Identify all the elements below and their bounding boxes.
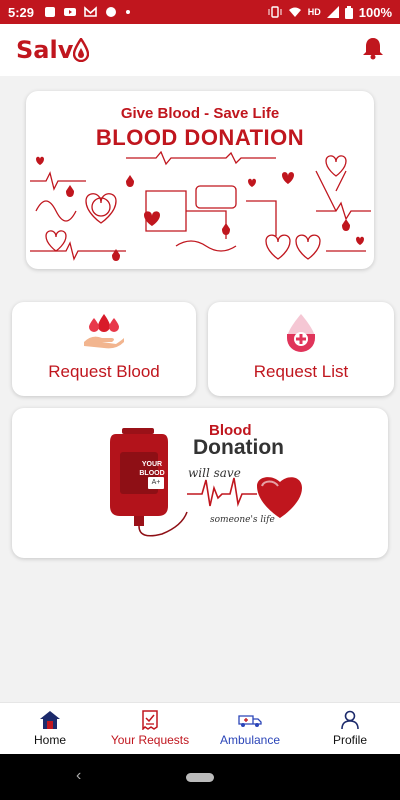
request-blood-card[interactable]: Request Blood [12,302,196,396]
bell-icon[interactable] [362,36,384,65]
status-bar: 5:29 HD 100% [0,0,400,24]
wifi-icon [288,7,301,17]
blood-donation-card[interactable]: YOUR BLOOD A+ Blood Donation will save s… [12,408,388,558]
nav-your-requests-label: Your Requests [110,733,190,747]
battery-icon [344,5,353,19]
request-doc-icon [142,710,158,730]
nav-home[interactable]: Home [0,703,100,754]
vibrate-icon [268,6,282,18]
banner-title: BLOOD DONATION [95,125,305,150]
app-bar: Salv [0,24,400,76]
gmail-icon [84,6,97,17]
donation-card-title: Donation [193,436,284,459]
status-time: 5:29 [8,4,35,20]
home-pill[interactable] [186,773,214,782]
bottom-nav: Home Your Requests Ambulance Profile [0,702,400,754]
banner-tagline: Give Blood - Save Life [120,105,280,122]
blood-bag-illustration [110,428,302,537]
nav-ambulance[interactable]: Ambulance [200,703,300,754]
donation-card-someones-life: someone's life [210,515,275,525]
home-icon [40,711,60,729]
system-nav-bar: ‹ [0,754,400,800]
chat-icon [106,7,117,17]
request-list-card[interactable]: Request List [208,302,394,396]
network-type: HD [307,7,321,17]
bag-blood-type: A+ [148,477,164,489]
app-logo[interactable]: Salv [16,36,90,64]
signal-icon [326,6,339,18]
donation-card-will-save: will save [188,466,241,480]
nav-home-label: Home [33,733,66,747]
logo-text: Salv [16,36,74,64]
nav-your-requests[interactable]: Your Requests [100,703,200,754]
ambulance-icon [238,715,262,727]
back-icon[interactable]: ‹ [76,767,81,785]
nav-profile[interactable]: Profile [300,703,400,754]
blood-donation-banner[interactable]: Give Blood - Save Life BLOOD DONATION [26,91,374,269]
banner-illustration [30,151,371,261]
notification-icon [45,7,56,17]
blood-drop-hand-icon [84,314,124,349]
blood-drop-logo-icon [73,38,90,62]
request-list-label: Request List [253,362,349,381]
youtube-icon [64,8,77,16]
nav-profile-label: Profile [332,733,367,747]
dot-icon [126,10,131,14]
profile-icon [341,710,359,730]
battery-level: 100% [358,4,392,20]
request-blood-label: Request Blood [48,362,160,381]
nav-ambulance-label: Ambulance [219,733,281,747]
bag-label: YOUR BLOOD [139,461,165,477]
blood-drop-plus-icon [287,314,315,352]
